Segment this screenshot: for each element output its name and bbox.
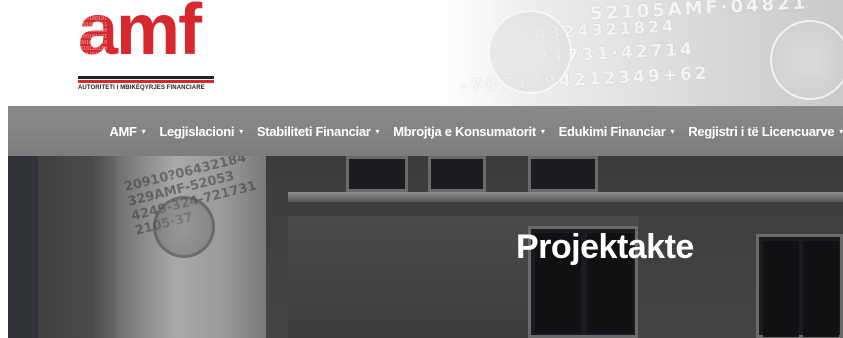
- building-window: [756, 234, 843, 338]
- nav-item-edukimi-financiar[interactable]: Edukimi Financiar ▾: [559, 124, 675, 139]
- nav-item-legjislacioni[interactable]: Legjislacioni ▾: [159, 124, 243, 139]
- building-window: [428, 156, 486, 192]
- main-nav: AMF ▾ Legjislacioni ▾ Stabiliteti Financ…: [8, 106, 843, 156]
- site-header: 52105AMF·04821 4324321824 +21731·42714 -…: [0, 0, 843, 106]
- page-title: Projektakte: [516, 228, 694, 266]
- logo-divider-red: [78, 80, 214, 83]
- chevron-down-icon: ▾: [540, 126, 545, 136]
- chevron-down-icon: ▾: [239, 126, 243, 136]
- nav-item-mbrojtja-e-konsumatorit[interactable]: Mbrojtja e Konsumatorit ▾: [393, 123, 545, 139]
- nav-item-label: AMF: [109, 123, 137, 139]
- hero-shadow-left: [8, 156, 38, 338]
- numbers-watermark-icon: 52105AMF·04821 4324321824 +21731·42714 -…: [440, 0, 843, 106]
- nav-item-label: Legjislacioni: [159, 123, 235, 139]
- logo-binary-pattern: 0110100101101001011010010110100101101001…: [80, 10, 108, 70]
- hero-banner: 20910?06432184329AMF-520534249-324-72173…: [8, 156, 843, 338]
- nav-item-label: Stabiliteti Financiar: [256, 123, 371, 139]
- building-window: [528, 156, 598, 192]
- nav-item-stabiliteti-financiar[interactable]: Stabiliteti Financiar ▾: [256, 123, 380, 139]
- chevron-down-icon: ▾: [839, 126, 843, 136]
- amf-logo[interactable]: amf 011010010110100101101001011010010110…: [78, 0, 214, 94]
- nav-items: AMF ▾ Legjislacioni ▾ Stabiliteti Financ…: [109, 106, 843, 156]
- nav-item-label: Mbrojtja e Konsumatorit: [393, 123, 536, 139]
- logo-divider-black: [78, 76, 214, 79]
- chevron-down-icon: ▾: [375, 126, 380, 136]
- nav-item-regjistri[interactable]: Regjistri i të Licencuarve ▾: [688, 124, 843, 139]
- nav-item-amf[interactable]: AMF ▾: [109, 124, 145, 139]
- chevron-down-icon: ▾: [670, 126, 675, 136]
- nav-item-label: Edukimi Financiar: [558, 123, 666, 139]
- building-window: [346, 156, 408, 192]
- logo-subtitle: AUTORITETI I MBIKËQYRJES FINANCIARE: [78, 85, 205, 91]
- chevron-down-icon: ▾: [141, 126, 146, 136]
- nav-item-label: Regjistri i të Licencuarve: [688, 123, 835, 139]
- emblem-icon: [153, 196, 215, 258]
- hero-ledge: [288, 192, 843, 202]
